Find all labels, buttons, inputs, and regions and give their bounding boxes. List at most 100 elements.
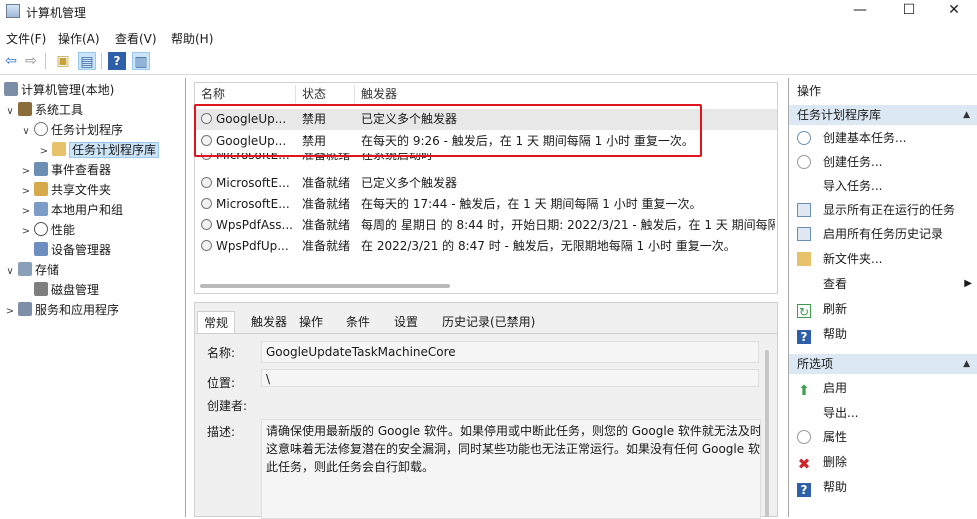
maximize-button[interactable]: ☐ <box>886 0 932 22</box>
collapse-icon[interactable]: ▲ <box>963 354 970 374</box>
tree-item-system-tools[interactable]: ∨ 系统工具 <box>4 100 83 120</box>
column-header-trigger[interactable]: 触发器 <box>361 83 397 105</box>
submenu-arrow-icon: ▶ <box>964 278 972 289</box>
clock-icon <box>797 155 811 169</box>
clock-icon <box>797 430 811 444</box>
performance-icon <box>34 222 48 236</box>
tab-history[interactable]: 历史记录(已禁用) <box>436 311 541 333</box>
tree-item-task-scheduler[interactable]: ∨ 任务计划程序 <box>20 120 123 140</box>
action-import-task[interactable]: 导入任务... <box>789 175 977 197</box>
description-line: 此任务，则此任务会自行卸载。 <box>266 460 435 474</box>
menu-help[interactable]: 帮助(H) <box>171 30 213 47</box>
show-hide-tree-icon[interactable]: ▤ <box>78 52 96 70</box>
action-create-task[interactable]: 创建任务... <box>789 151 977 173</box>
tab-general[interactable]: 常规 <box>197 311 236 333</box>
action-create-basic-task[interactable]: 创建基本任务... <box>789 127 977 149</box>
tree-item-disk-management[interactable]: 磁盘管理 <box>20 280 99 300</box>
device-manager-icon <box>34 242 48 256</box>
task-row[interactable]: WpsPdfAss... 准备就绪 每周的 星期日 的 8:44 时，开始日期:… <box>195 215 777 236</box>
description-line: 请确保使用最新版的 Google 软件。如果停用或中断此任务，则您的 Googl… <box>266 424 761 438</box>
computer-management-icon <box>6 4 20 18</box>
users-icon <box>34 202 48 216</box>
actions-header: 操作 <box>797 84 822 98</box>
column-header-name[interactable]: 名称 <box>201 83 225 105</box>
action-properties[interactable]: 属性 <box>789 426 977 448</box>
tree-item-shared-folders[interactable]: > 共享文件夹 <box>20 180 111 200</box>
tree-item-performance[interactable]: > 性能 <box>20 220 75 240</box>
toolbar-divider <box>45 53 46 69</box>
column-header-status[interactable]: 状态 <box>302 83 326 105</box>
tree-item-services-apps[interactable]: > 服务和应用程序 <box>4 300 119 320</box>
back-arrow-icon[interactable]: ⇦ <box>2 52 20 70</box>
tab-triggers[interactable]: 触发器 <box>245 311 293 333</box>
action-refresh[interactable]: ↻ 刷新 <box>789 298 977 320</box>
up-folder-icon[interactable]: ▣ <box>54 52 72 70</box>
expand-toggle-icon[interactable]: ∨ <box>4 262 16 282</box>
collapse-icon[interactable]: ▲ <box>963 105 970 125</box>
tree-root[interactable]: 计算机管理(本地) <box>2 80 114 100</box>
task-row[interactable]: MicrosoftE... 准备就绪 在每天的 17:44 - 触发后，在 1 … <box>195 194 777 215</box>
actions-group-selected-item[interactable]: 所选项 ▲ <box>789 354 977 374</box>
description-field[interactable]: 请确保使用最新版的 Google 软件。如果停用或中断此任务，则您的 Googl… <box>261 419 761 519</box>
event-viewer-icon <box>34 162 48 176</box>
delete-icon: ✖ <box>797 455 811 473</box>
tab-conditions[interactable]: 条件 <box>340 311 376 333</box>
action-new-folder[interactable]: 新文件夹... <box>789 248 977 270</box>
close-button[interactable]: ✕ <box>931 0 977 22</box>
actions-group-task-library[interactable]: 任务计划程序库 ▲ <box>789 105 977 125</box>
folder-icon <box>797 252 811 266</box>
action-enable-history[interactable]: 启用所有任务历史记录 <box>789 223 977 245</box>
forward-arrow-icon[interactable]: ⇨ <box>22 52 40 70</box>
expand-toggle-icon[interactable]: > <box>20 222 32 242</box>
storage-icon <box>18 262 32 276</box>
tree-item-storage[interactable]: ∨ 存储 <box>4 260 59 280</box>
menu-view[interactable]: 查看(V) <box>115 30 157 47</box>
tree-item-device-manager[interactable]: 设备管理器 <box>20 240 111 260</box>
action-delete[interactable]: ✖ 删除 <box>789 451 977 473</box>
history-icon <box>797 227 811 241</box>
expand-toggle-icon[interactable]: ∨ <box>4 102 16 122</box>
column-divider <box>295 85 296 103</box>
author-label: 创建者: <box>207 399 248 413</box>
show-hide-action-pane-icon[interactable]: ▥ <box>132 52 150 70</box>
help-icon[interactable]: ? <box>108 52 126 70</box>
tab-actions[interactable]: 操作 <box>293 311 329 333</box>
expand-toggle-icon[interactable]: > <box>20 182 32 202</box>
tree-item-local-users-groups[interactable]: > 本地用户和组 <box>20 200 123 220</box>
action-help-selected[interactable]: ? 帮助 <box>789 476 977 498</box>
expand-toggle-icon[interactable]: > <box>20 202 32 222</box>
tree-item-task-scheduler-library[interactable]: > 任务计划程序库 <box>38 140 160 162</box>
computer-icon <box>4 82 18 96</box>
action-export[interactable]: 导出... <box>789 402 977 424</box>
list-icon <box>797 203 811 217</box>
task-row[interactable]: WpsPdfUp... 准备就绪 在 2022/3/21 的 8:47 时 - … <box>195 236 777 257</box>
services-icon <box>18 302 32 316</box>
task-row[interactable]: MicrosoftE... 准备就绪 已定义多个触发器 <box>195 173 777 194</box>
detail-vertical-scrollbar[interactable] <box>765 350 769 517</box>
disk-icon <box>34 282 48 296</box>
expand-toggle-icon[interactable]: ∨ <box>20 122 32 142</box>
tree-item-event-viewer[interactable]: > 事件查看器 <box>20 160 111 180</box>
name-field[interactable]: GoogleUpdateTaskMachineCore <box>261 341 759 363</box>
location-field[interactable]: \ <box>261 369 759 387</box>
menu-action[interactable]: 操作(A) <box>58 30 100 47</box>
clock-icon <box>797 131 811 145</box>
action-view[interactable]: 查看 ▶ <box>789 273 977 295</box>
list-horizontal-scrollbar[interactable] <box>200 284 450 288</box>
expand-toggle-icon[interactable]: > <box>38 142 50 162</box>
minimize-button[interactable]: — <box>837 0 883 22</box>
title-bar: 计算机管理 — ☐ ✕ <box>0 0 977 24</box>
action-enable[interactable]: ⬆ 启用 <box>789 377 977 399</box>
tab-settings[interactable]: 设置 <box>388 311 424 333</box>
menu-file[interactable]: 文件(F) <box>6 30 46 47</box>
column-divider <box>354 85 355 103</box>
task-clock-icon <box>201 219 212 230</box>
action-help[interactable]: ? 帮助 <box>789 323 977 345</box>
expand-toggle-icon[interactable]: > <box>20 162 32 182</box>
actions-pane: 操作 任务计划程序库 ▲ 创建基本任务... 创建任务... 导入任务... 显示… <box>788 78 977 517</box>
location-label: 位置: <box>207 376 236 390</box>
action-show-running-tasks[interactable]: 显示所有正在运行的任务 <box>789 199 977 221</box>
toolbar-divider <box>101 53 102 69</box>
shared-folder-icon <box>34 182 48 196</box>
expand-toggle-icon[interactable]: > <box>4 302 16 322</box>
